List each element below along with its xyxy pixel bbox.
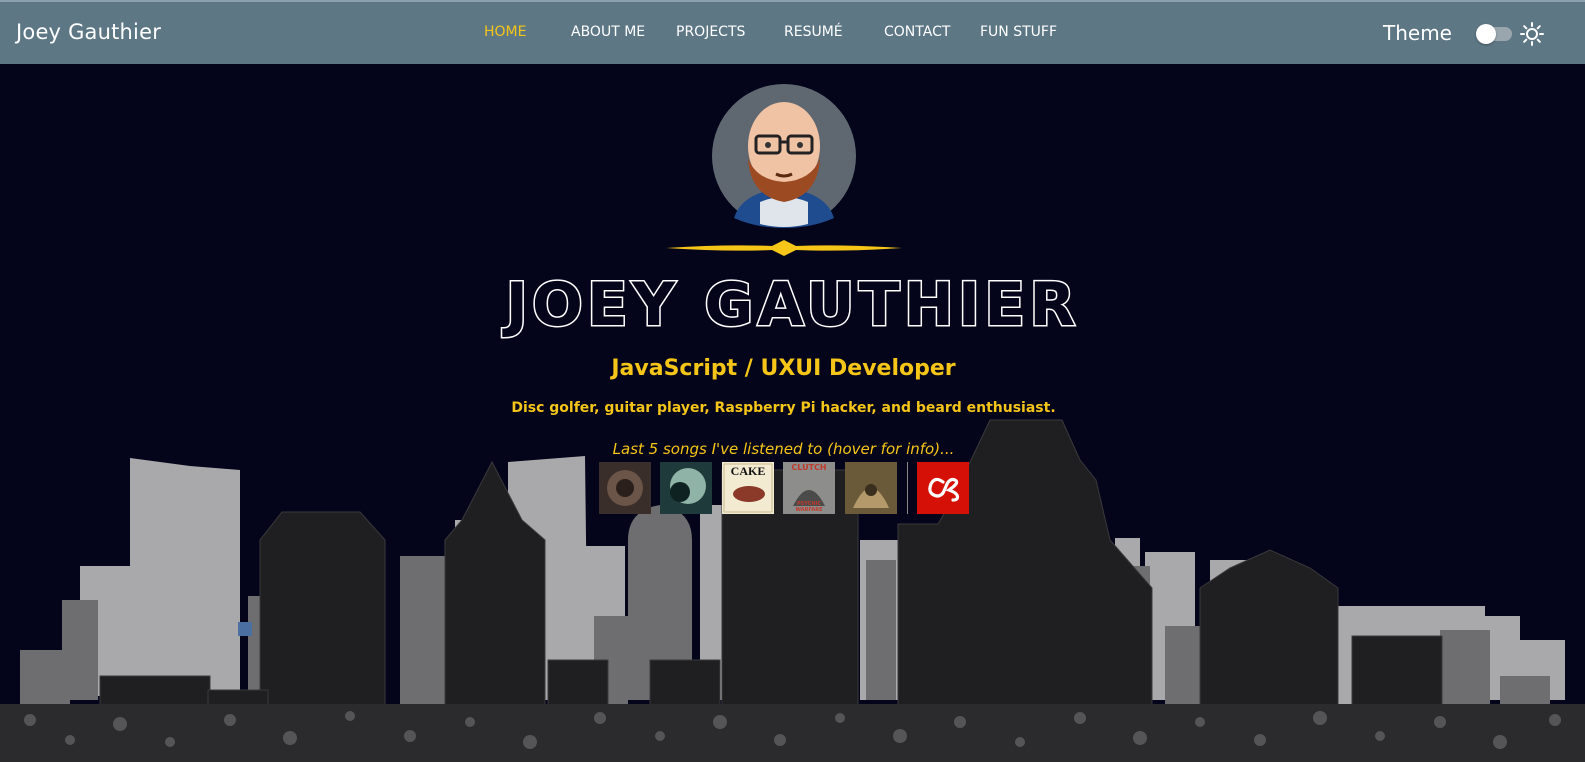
theme-label: Theme [1383,21,1452,45]
theme-toggle[interactable] [1476,24,1512,44]
lastfm-icon[interactable] [917,462,969,514]
hero-role: JavaScript / UXUI Developer [611,356,956,381]
brand-name[interactable]: Joey Gauthier [16,20,161,44]
nav-contact[interactable]: CONTACT [884,24,950,40]
album-cover-clutch-text: CLUTCH [791,463,827,472]
album-cover-clutch[interactable]: CLUTCH PSYCHIC WARFARE [783,462,835,514]
album-cover-1[interactable] [599,462,651,514]
gold-divider [666,240,902,256]
theme-toggle-knob [1476,24,1496,44]
hero-bio: Disc golfer, guitar player, Raspberry Pi… [511,400,1056,416]
nav-projects[interactable]: PROJECTS [676,24,745,40]
nav-about-me[interactable]: ABOUT ME [571,24,645,40]
songs-divider [907,462,908,514]
sun-icon [1520,22,1544,46]
album-cover-clutch-subtext: PSYCHIC WARFARE [795,501,823,513]
nav-fun-stuff[interactable]: FUN STUFF [980,24,1057,40]
nav-home[interactable]: HOME [484,24,526,40]
album-cover-2[interactable] [660,462,712,514]
album-cover-5[interactable] [845,462,897,514]
recent-songs-caption: Last 5 songs I've listened to (hover for… [612,440,955,458]
album-cover-cake[interactable]: CAKE [722,462,774,514]
nav-resume[interactable]: RESUMÉ [784,24,843,40]
album-cover-cake-text: CAKE [730,464,766,478]
hero-name: JOEY GAUTHIER [504,269,1080,342]
moon-icon [1458,25,1467,43]
top-navbar: Joey Gauthier HOME ABOUT ME PROJECTS RES… [0,0,1585,64]
avatar [712,84,856,228]
